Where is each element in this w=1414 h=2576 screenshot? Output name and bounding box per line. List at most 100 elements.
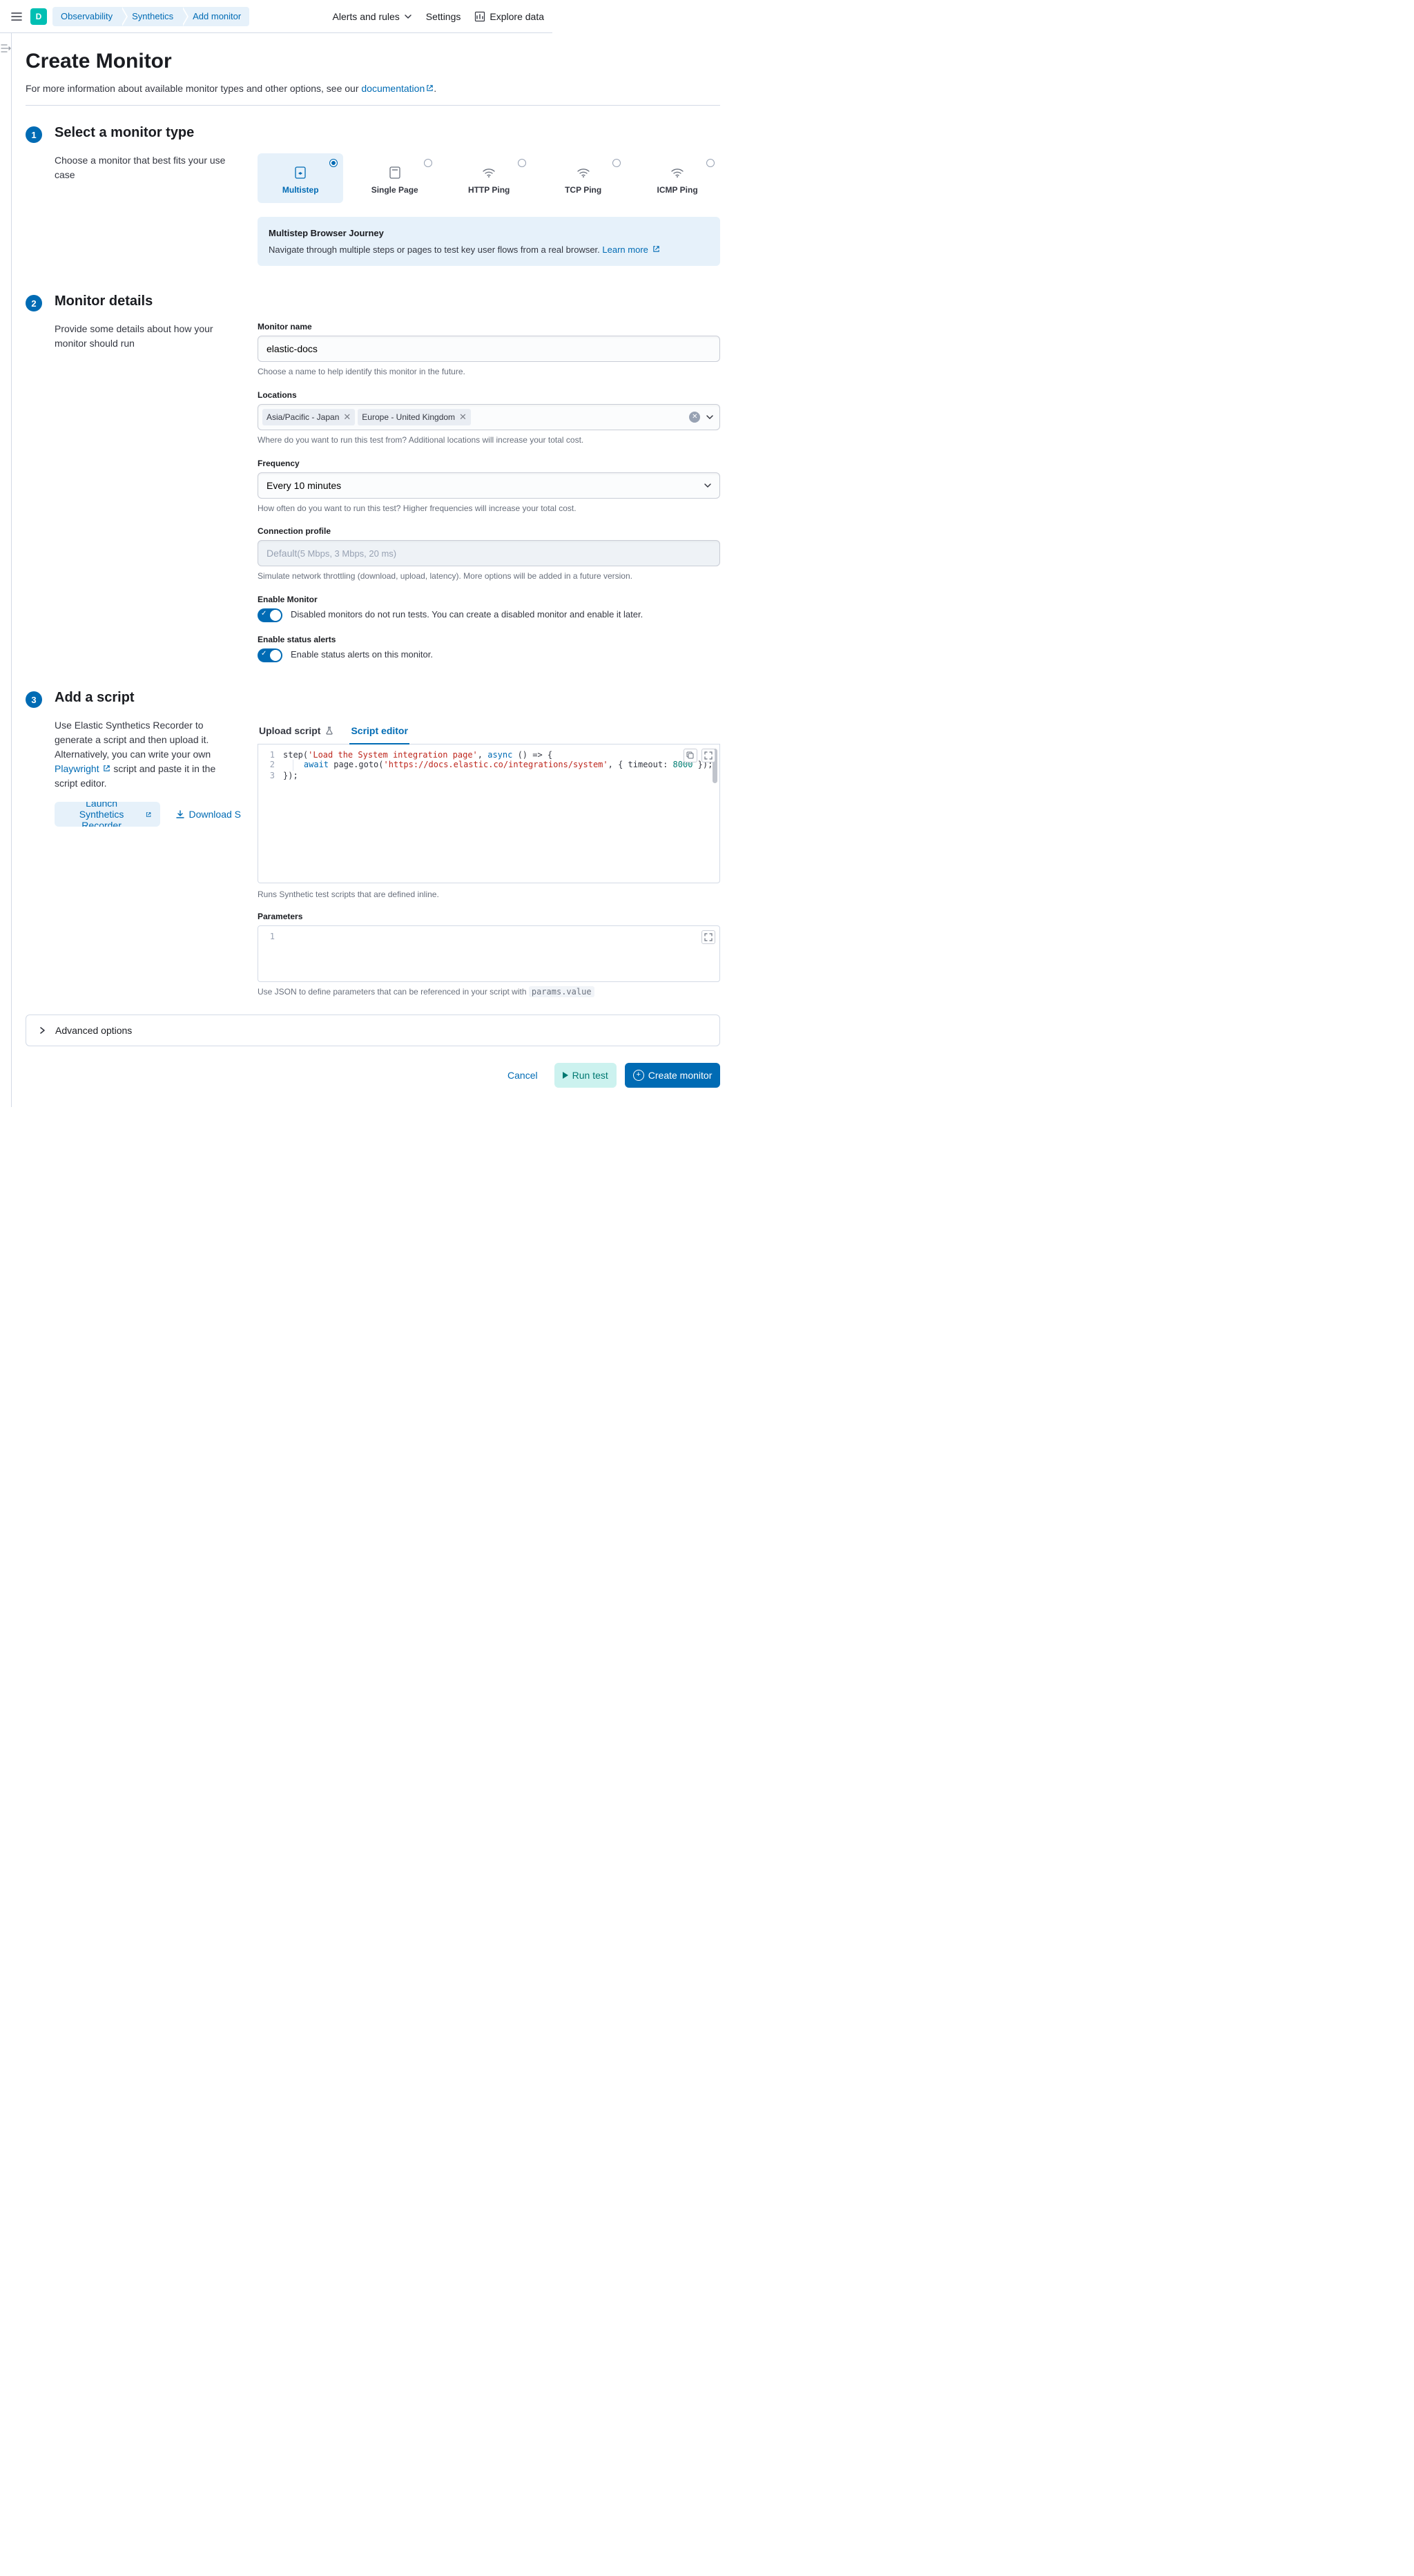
- alerts-and-rules-menu[interactable]: Alerts and rules: [333, 11, 412, 22]
- tab-upload-script[interactable]: Upload script: [258, 718, 336, 744]
- enable-alerts-toggle[interactable]: [258, 648, 282, 662]
- expand-sidebar-button[interactable]: [0, 43, 11, 54]
- monitor-name-input[interactable]: [258, 336, 720, 362]
- clear-all-button[interactable]: ✕: [689, 412, 700, 423]
- play-icon: [563, 1072, 568, 1079]
- launch-btn-text: Launch Synthetics Recorder: [63, 802, 140, 827]
- type-label: HTTP Ping: [468, 185, 510, 195]
- external-link-icon: [146, 810, 151, 819]
- run-test-button[interactable]: Run test: [554, 1063, 617, 1088]
- enable-alerts-text: Enable status alerts on this monitor.: [291, 648, 433, 661]
- monitor-name-help: Choose a name to help identify this moni…: [258, 366, 720, 378]
- location-tag: Asia/Pacific - Japan ✕: [262, 409, 355, 425]
- run-btn-text: Run test: [572, 1070, 608, 1081]
- external-link-icon: [426, 84, 434, 92]
- callout-title: Multistep Browser Journey: [269, 227, 709, 240]
- parameters-label: Parameters: [258, 912, 720, 921]
- radio-icon: [424, 159, 432, 167]
- fullscreen-button[interactable]: [701, 749, 715, 762]
- step-2-badge: 2: [26, 295, 42, 311]
- create-monitor-button[interactable]: + Create monitor: [625, 1063, 721, 1088]
- learn-more-text: Learn more: [602, 244, 648, 255]
- enable-alerts-label: Enable status alerts: [258, 635, 720, 644]
- alerts-label: Alerts and rules: [333, 11, 400, 22]
- intro-suffix: .: [434, 83, 436, 94]
- advanced-options-accordion[interactable]: Advanced options: [26, 1015, 720, 1046]
- tag-text: Asia/Pacific - Japan: [267, 412, 339, 422]
- radio-selected-icon: [329, 159, 338, 167]
- params-help-code: params.value: [529, 986, 594, 997]
- monitor-type-multistep[interactable]: Multistep: [258, 153, 343, 203]
- copy-button[interactable]: [684, 749, 697, 762]
- monitor-type-http-ping[interactable]: HTTP Ping: [446, 153, 532, 203]
- create-btn-text: Create monitor: [648, 1070, 713, 1081]
- download-script-button[interactable]: Download S: [167, 802, 242, 827]
- cancel-button[interactable]: Cancel: [499, 1063, 546, 1088]
- conn-sub: (5 Mbps, 3 Mbps, 20 ms): [297, 548, 396, 559]
- type-label: ICMP Ping: [657, 185, 698, 195]
- script-editor[interactable]: 1step('Load the System integration page'…: [258, 744, 720, 883]
- learn-more-link[interactable]: Learn more: [602, 244, 659, 255]
- enable-monitor-toggle[interactable]: [258, 608, 282, 622]
- step-3-badge: 3: [26, 691, 42, 708]
- breadcrumb-synthetics[interactable]: Synthetics: [121, 7, 182, 26]
- doc-link-text: documentation: [361, 83, 425, 94]
- parameters-editor[interactable]: 1: [258, 925, 720, 982]
- callout-text: Navigate through multiple steps or pages…: [269, 244, 602, 255]
- chevron-right-icon: [37, 1026, 47, 1035]
- frequency-label: Frequency: [258, 459, 720, 468]
- playwright-link[interactable]: Playwright: [55, 763, 110, 774]
- step-3-description: Use Elastic Synthetics Recorder to gener…: [55, 718, 241, 791]
- wifi-icon: [670, 166, 684, 180]
- divider: [26, 105, 720, 106]
- advanced-label: Advanced options: [55, 1025, 132, 1036]
- desc-text: Use Elastic Synthetics Recorder to gener…: [55, 720, 211, 760]
- location-tag: Europe - United Kingdom ✕: [358, 409, 471, 425]
- step-1-description: Choose a monitor that best fits your use…: [55, 153, 241, 266]
- external-link-icon: [652, 245, 660, 253]
- locations-combobox[interactable]: Asia/Pacific - Japan ✕ Europe - United Ki…: [258, 404, 720, 430]
- code-token: async: [487, 750, 512, 760]
- menu-button[interactable]: [8, 8, 25, 25]
- explore-label: Explore data: [490, 11, 544, 22]
- tab-script-editor[interactable]: Script editor: [349, 718, 409, 744]
- tab-label: Upload script: [259, 725, 320, 736]
- enable-monitor-text: Disabled monitors do not run tests. You …: [291, 608, 643, 621]
- remove-tag-button[interactable]: ✕: [343, 412, 351, 423]
- remove-tag-button[interactable]: ✕: [459, 412, 467, 423]
- fullscreen-button[interactable]: [701, 930, 715, 944]
- wifi-icon: [577, 166, 590, 180]
- breadcrumb-observability[interactable]: Observability: [52, 7, 121, 26]
- plus-circle-icon: +: [633, 1070, 644, 1081]
- download-btn-text: Download S: [189, 809, 242, 820]
- monitor-type-single-page[interactable]: Single Page: [351, 153, 437, 203]
- step-1-badge: 1: [26, 126, 42, 143]
- params-help-text: Use JSON to define parameters that can b…: [258, 987, 529, 997]
- breadcrumb-add-monitor[interactable]: Add monitor: [182, 7, 249, 26]
- radio-icon: [612, 159, 621, 167]
- type-label: Multistep: [282, 185, 319, 195]
- tag-text: Europe - United Kingdom: [362, 412, 455, 422]
- code-token: ,: [478, 750, 487, 760]
- code-token: 'Load the System integration page': [308, 750, 478, 760]
- parameters-help: Use JSON to define parameters that can b…: [258, 986, 720, 998]
- frequency-select[interactable]: [258, 472, 720, 499]
- chevron-down-icon: [706, 413, 714, 421]
- breadcrumb: Observability Synthetics Add monitor: [52, 7, 249, 26]
- external-link-icon: [103, 765, 110, 772]
- code-token: , { timeout:: [608, 760, 673, 769]
- launch-recorder-button[interactable]: Launch Synthetics Recorder: [55, 802, 160, 827]
- monitor-type-tcp-ping[interactable]: TCP Ping: [540, 153, 626, 203]
- single-page-icon: [388, 166, 402, 180]
- download-icon: [175, 809, 185, 819]
- avatar[interactable]: D: [30, 8, 47, 25]
- documentation-link[interactable]: documentation: [361, 83, 434, 94]
- monitor-type-callout: Multistep Browser Journey Navigate throu…: [258, 217, 720, 266]
- locations-label: Locations: [258, 390, 720, 400]
- multistep-icon: [293, 166, 307, 180]
- page-title: Create Monitor: [26, 50, 720, 73]
- explore-data-link[interactable]: Explore data: [474, 11, 544, 22]
- settings-link[interactable]: Settings: [426, 11, 461, 22]
- chart-icon: [474, 11, 485, 22]
- monitor-type-icmp-ping[interactable]: ICMP Ping: [635, 153, 720, 203]
